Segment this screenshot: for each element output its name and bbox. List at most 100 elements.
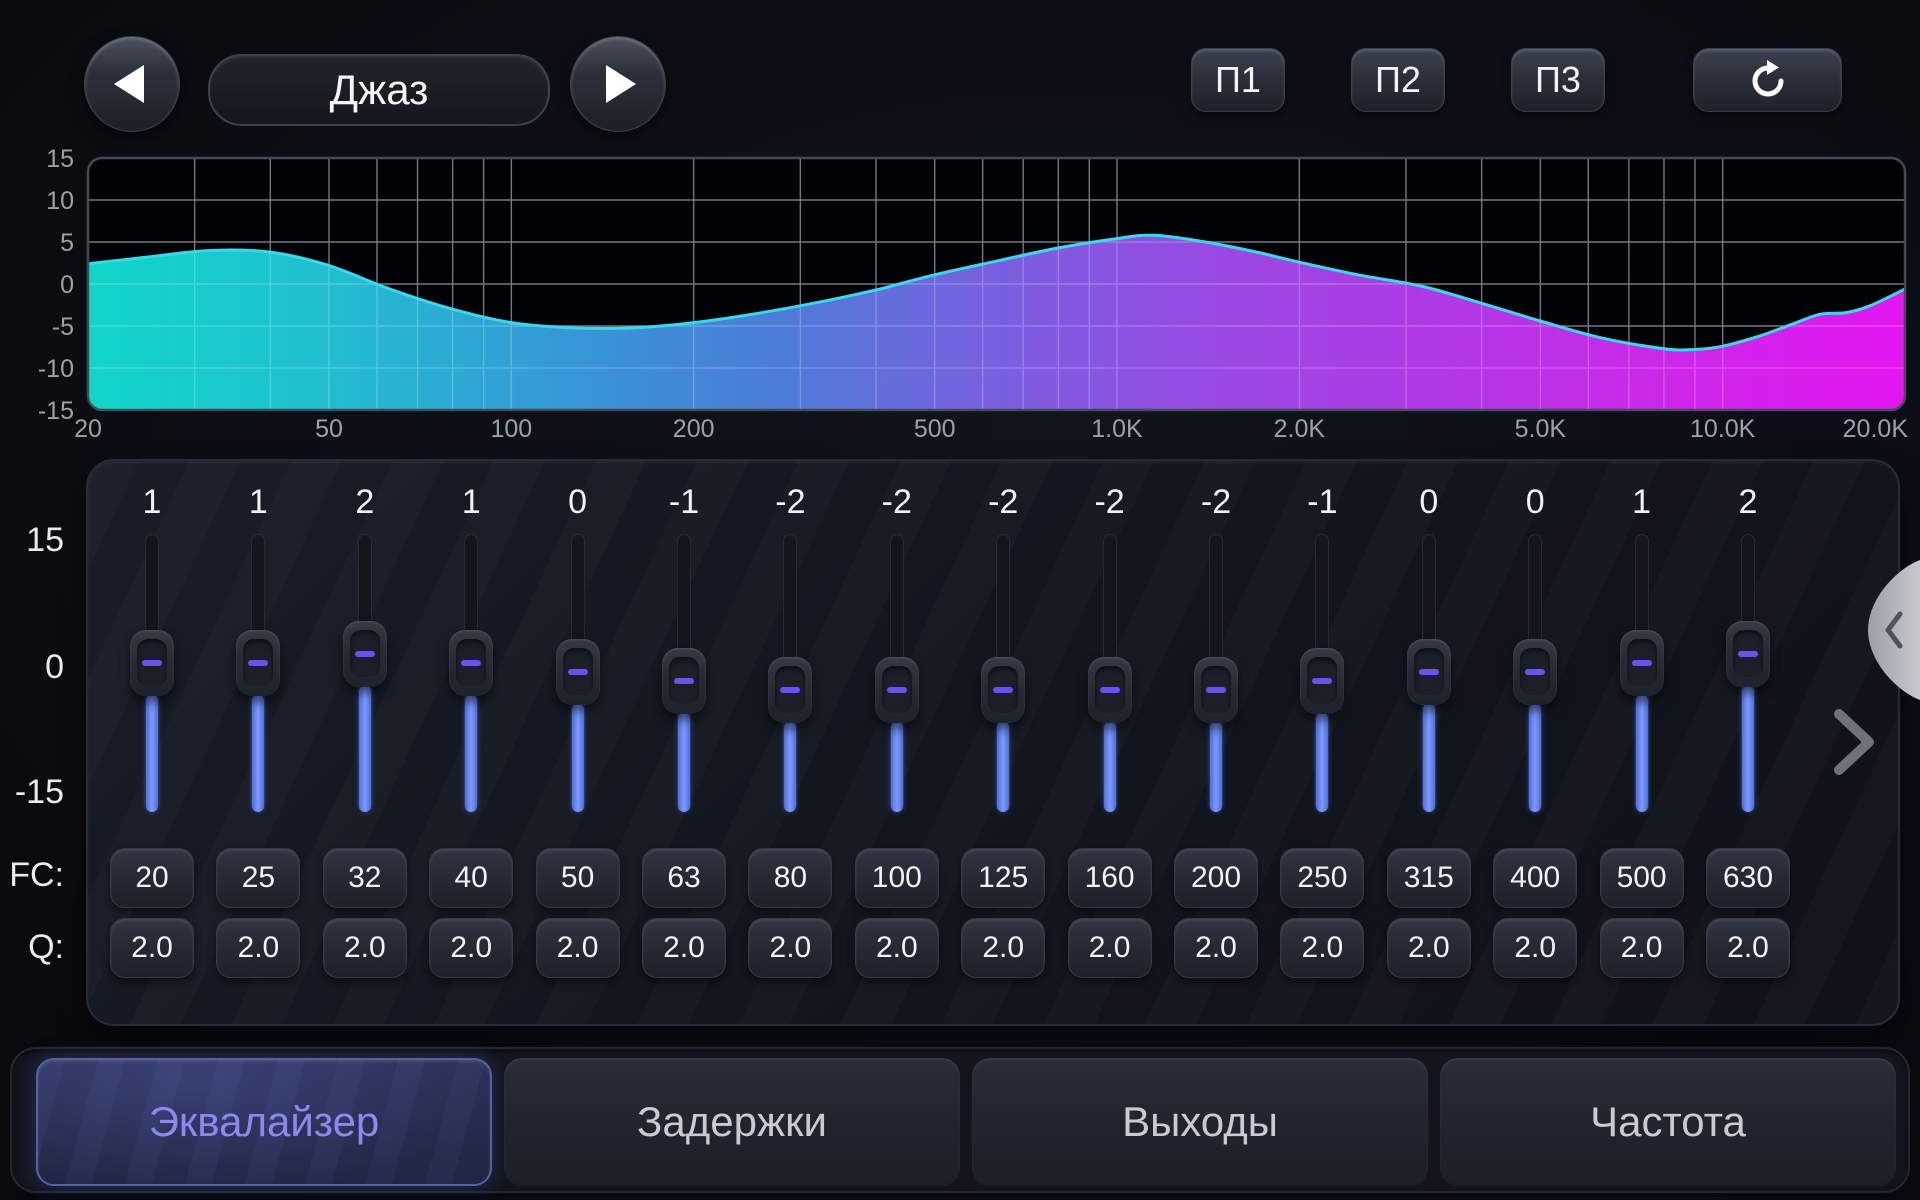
slider-track-fill: [252, 694, 264, 812]
slider-thumb[interactable]: [130, 630, 174, 696]
slider-thumb[interactable]: [1088, 657, 1132, 723]
slider-thumb[interactable]: [875, 657, 919, 723]
slider-thumb[interactable]: [981, 657, 1025, 723]
band-fc-button[interactable]: 125: [961, 848, 1045, 908]
memory-preset-button-1[interactable]: П1: [1191, 48, 1285, 112]
eq-band-column: -2 100 2.0: [844, 470, 950, 990]
band-q-button[interactable]: 2.0: [1174, 918, 1258, 978]
slider-scale-min: -15: [0, 774, 64, 810]
slider-thumb-dash-icon: [1525, 669, 1545, 675]
q-row-label: Q:: [0, 929, 64, 965]
eq-band-column: -22002.0: [1163, 470, 1269, 990]
slider-thumb-dash-icon: [1100, 687, 1120, 693]
band-gain-value: 1: [99, 484, 205, 520]
band-fc-button[interactable]: 80: [748, 848, 832, 908]
fc-row-label: FC:: [0, 857, 64, 893]
band-fc-button[interactable]: 400: [1493, 848, 1577, 908]
band-fc-button[interactable]: 315: [1387, 848, 1471, 908]
slider-thumb-dash-icon: [1312, 678, 1332, 684]
band-q-button[interactable]: 2.0: [961, 918, 1045, 978]
eq-band-column: 04002.0: [1482, 470, 1588, 990]
band-gain-value: 2: [312, 484, 418, 520]
band-q-button[interactable]: 2.0: [1387, 918, 1471, 978]
slider-thumb-dash-icon: [461, 660, 481, 666]
tab-2[interactable]: Задержки: [504, 1058, 960, 1186]
next-band-page-button[interactable]: [1830, 706, 1878, 778]
band-gain-value: 0: [525, 484, 631, 520]
band-q-button[interactable]: 2.0: [1600, 918, 1684, 978]
band-q-button[interactable]: 2.0: [536, 918, 620, 978]
band-q-button[interactable]: 2.0: [642, 918, 726, 978]
frequency-response-graph: 151050-5-10-1520501002005001.0K2.0K5.0K1…: [0, 140, 1920, 452]
band-q-button[interactable]: 2.0: [1068, 918, 1152, 978]
band-fc-button[interactable]: 250: [1280, 848, 1364, 908]
refresh-icon: [1746, 58, 1790, 102]
slider-track-fill: [572, 703, 584, 812]
reset-button[interactable]: [1693, 48, 1842, 112]
band-q-button[interactable]: 2.0: [110, 918, 194, 978]
band-q-button[interactable]: 2.0: [748, 918, 832, 978]
tab-4[interactable]: Частота: [1440, 1058, 1896, 1186]
db-tick-label: 10: [46, 187, 74, 215]
tab-3[interactable]: Выходы: [972, 1058, 1428, 1186]
band-gain-value: -1: [631, 484, 737, 520]
preset-selector[interactable]: Джаз: [208, 54, 550, 126]
eq-band-column: 0 315 2.0: [1376, 470, 1482, 990]
eq-band-column: -21602.0: [1057, 470, 1163, 990]
band-fc-button[interactable]: 32: [323, 848, 407, 908]
bottom-tab-bar: ЭквалайзерЗадержкиВыходыЧастота: [10, 1047, 1910, 1193]
left-arrow-icon: [114, 65, 144, 103]
slider-thumb-dash-icon: [1419, 669, 1439, 675]
side-drawer-handle[interactable]: [1862, 560, 1920, 700]
slider-track-fill: [997, 721, 1009, 812]
slider-thumb[interactable]: [768, 657, 812, 723]
band-q-button[interactable]: 2.0: [1493, 918, 1577, 978]
db-tick-label: 15: [46, 145, 74, 173]
slider-thumb[interactable]: [343, 621, 387, 687]
slider-thumb-dash-icon: [1738, 651, 1758, 657]
eq-band-column: 26302.0: [1695, 470, 1801, 990]
memory-preset-button-3[interactable]: П3: [1511, 48, 1605, 112]
slider-thumb[interactable]: [1407, 639, 1451, 705]
band-gain-value: -2: [844, 484, 950, 520]
slider-thumb[interactable]: [662, 648, 706, 714]
slider-thumb[interactable]: [1194, 657, 1238, 723]
slider-thumb[interactable]: [449, 630, 493, 696]
band-fc-button[interactable]: 20: [110, 848, 194, 908]
slider-thumb[interactable]: [1726, 621, 1770, 687]
preset-next-button[interactable]: [570, 36, 666, 132]
band-q-button[interactable]: 2.0: [1706, 918, 1790, 978]
slider-thumb[interactable]: [1620, 630, 1664, 696]
db-tick-label: -15: [38, 397, 74, 425]
slider-track-fill: [1636, 694, 1648, 812]
band-q-button[interactable]: 2.0: [216, 918, 300, 978]
memory-preset-button-2[interactable]: П2: [1351, 48, 1445, 112]
slider-thumb[interactable]: [556, 639, 600, 705]
chevron-right-icon: [1830, 706, 1878, 778]
band-fc-button[interactable]: 630: [1706, 848, 1790, 908]
band-fc-button[interactable]: 63: [642, 848, 726, 908]
band-fc-button[interactable]: 25: [216, 848, 300, 908]
band-fc-button[interactable]: 200: [1174, 848, 1258, 908]
band-q-button[interactable]: 2.0: [323, 918, 407, 978]
band-fc-button[interactable]: 160: [1068, 848, 1152, 908]
band-q-button[interactable]: 2.0: [429, 918, 513, 978]
band-fc-button[interactable]: 100: [855, 848, 939, 908]
band-fc-button[interactable]: 50: [536, 848, 620, 908]
band-gain-value: 0: [1376, 484, 1482, 520]
band-gain-value: 1: [1589, 484, 1695, 520]
slider-thumb[interactable]: [1513, 639, 1557, 705]
band-fc-button[interactable]: 500: [1600, 848, 1684, 908]
preset-prev-button[interactable]: [84, 36, 180, 132]
tab-1-active[interactable]: Эквалайзер: [36, 1058, 492, 1186]
band-q-button[interactable]: 2.0: [855, 918, 939, 978]
freq-tick-label: 1.0K: [1091, 415, 1143, 443]
eq-band-column: 1 500 2.0: [1589, 470, 1695, 990]
eq-band-column: 1 20 2.0: [99, 470, 205, 990]
slider-thumb[interactable]: [1300, 648, 1344, 714]
slider-thumb[interactable]: [236, 630, 280, 696]
band-q-button[interactable]: 2.0: [1280, 918, 1364, 978]
band-fc-button[interactable]: 40: [429, 848, 513, 908]
band-gain-value: -2: [737, 484, 843, 520]
db-tick-label: -10: [38, 355, 74, 383]
